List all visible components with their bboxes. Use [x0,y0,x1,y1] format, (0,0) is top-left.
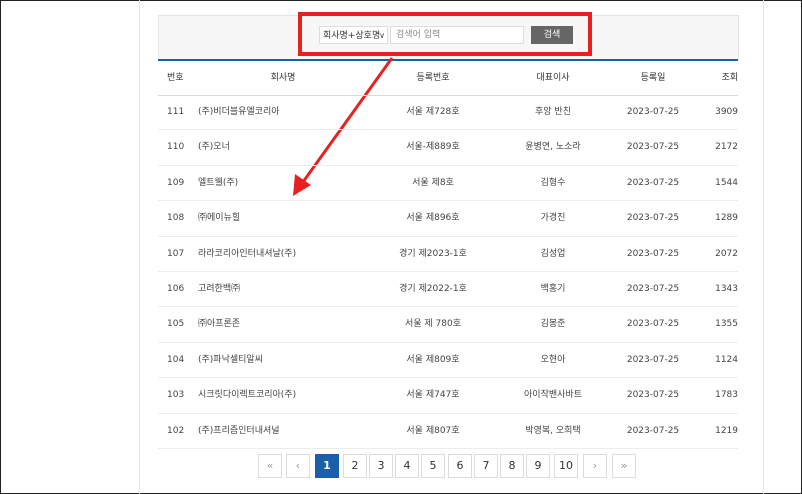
cell-registration: 서울 제807호 [406,425,460,436]
cell-ceo: 백홍기 [540,283,566,294]
cell-date: 2023-07-25 [626,107,680,117]
cell-company[interactable]: 라라코리아인터내셔날(주) [198,237,296,271]
table-row[interactable]: 109 엘트웰(주) 서울 제8호 김형수 2023-07-25 1544 [158,166,738,202]
cell-registration: 서울 제896호 [406,213,460,224]
page-button-6[interactable]: 6 [448,454,472,478]
cell-views: 1219 [715,425,738,436]
cell-company[interactable]: 시크릿다이렉트코리아(주) [198,378,296,412]
cell-views: 1355 [715,319,738,330]
cell-ceo: 아이작밴사바트 [524,390,582,401]
cell-date: 2023-07-25 [626,283,680,294]
cell-ceo: 김형수 [540,177,566,188]
page-button-2[interactable]: 2 [343,454,367,478]
cell-company[interactable]: (주)비더블유엘코리아 [198,95,280,129]
table-row[interactable]: 108 ㈜에이뉴힐 서울 제896호 가경진 2023-07-25 1289 [158,201,738,237]
cell-number: 111 [167,107,185,117]
cell-views: 1124 [715,354,738,365]
cell-registration: 경기 제2023-1호 [399,248,467,259]
page-button-8[interactable]: 8 [500,454,524,478]
page-button-4[interactable]: 4 [395,454,419,478]
first-page-button[interactable]: « [258,454,282,478]
cell-views: 1289 [715,213,738,224]
cell-ceo: 오현아 [540,354,566,365]
table-body: 111 (주)비더블유엘코리아 서울 제728호 후앙 반친 2023-07-25 390… [158,95,738,449]
cell-ceo: 가경진 [540,213,566,224]
cell-views: 2072 [715,248,738,259]
header-company: 회사명 [270,73,296,83]
header-date: 등록일 [640,73,666,83]
next-page-button[interactable]: › [583,454,607,478]
cell-views: 3909 [715,107,738,117]
cell-ceo: 윤병연, 노소라 [525,142,581,153]
table-row[interactable]: 102 (주)프리즘인터내셔널 서울 제807호 박영복, 오희택 2023-07-25… [158,414,738,449]
cell-date: 2023-07-25 [626,142,680,153]
cell-ceo: 박영복, 오희택 [525,425,581,436]
cell-date: 2023-07-25 [626,213,680,224]
cell-number: 105 [167,319,185,330]
header-number: 번호 [167,73,184,83]
table-row[interactable]: 107 라라코리아인터내셔날(주) 경기 제2023-1호 김성업 2023-07-25… [158,237,738,272]
table-row[interactable]: 106 고려한백㈜ 경기 제2022-1호 백홍기 2023-07-25 1343 [158,272,738,308]
cell-date: 2023-07-25 [626,248,680,259]
table-row[interactable]: 105 ㈜아프론존 서울 제 780호 김봉준 2023-07-25 1355 [158,307,738,343]
cell-company[interactable]: (주)프리즘인터내셔널 [198,414,280,448]
table-row[interactable]: 110 (주)오너 서울-제889호 윤병연, 노소라 2023-07-25 2172 [158,130,738,166]
cell-number: 108 [167,213,185,224]
cell-date: 2023-07-25 [626,390,680,401]
cell-number: 107 [167,248,185,259]
cell-number: 109 [167,177,185,188]
header-views: 조회 [721,73,738,83]
cell-number: 104 [167,354,185,365]
cell-company[interactable]: 고려한백㈜ [198,272,240,306]
cell-registration: 서울-제889호 [406,142,460,153]
cell-date: 2023-07-25 [626,354,680,365]
cell-date: 2023-07-25 [626,425,680,436]
cell-number: 102 [167,425,185,436]
last-page-button[interactable]: » [612,454,636,478]
page-button-1[interactable]: 1 [315,454,339,478]
cell-date: 2023-07-25 [626,319,680,330]
cell-registration: 서울 제747호 [406,390,460,401]
header-registration: 등록번호 [416,73,450,83]
annotation-highlight-box [298,12,592,56]
table-header: 번호 회사명 등록번호 대표이사 등록일 조회 [158,61,738,96]
cell-date: 2023-07-25 [626,177,680,188]
page-button-3[interactable]: 3 [369,454,393,478]
cell-views: 1544 [715,177,738,188]
table-row[interactable]: 104 (주)파낙셀티알씨 서울 제809호 오현아 2023-07-25 1124 [158,343,738,379]
cell-number: 106 [167,283,185,294]
cell-number: 103 [167,390,185,401]
table-row[interactable]: 103 시크릿다이렉트코리아(주) 서울 제747호 아이작밴사바트 2023-07-2… [158,378,738,414]
cell-number: 110 [167,142,185,153]
cell-registration: 서울 제8호 [412,177,454,188]
cell-company[interactable]: ㈜에이뉴힐 [198,201,240,235]
cell-company[interactable]: (주)오너 [198,130,230,164]
page-button-10[interactable]: 10 [554,454,578,478]
cell-registration: 서울 제728호 [406,107,460,117]
page-button-5[interactable]: 5 [421,454,445,478]
page-button-7[interactable]: 7 [474,454,498,478]
cell-ceo: 김봉준 [540,319,566,330]
cell-company[interactable]: 엘트웰(주) [198,166,238,200]
cell-company[interactable]: (주)파낙셀티알씨 [198,343,263,377]
cell-registration: 경기 제2022-1호 [399,283,467,294]
content-left-border [139,0,140,494]
header-ceo: 대표이사 [536,73,570,83]
cell-views: 1343 [715,283,738,294]
cell-registration: 서울 제 780호 [404,319,462,330]
cell-views: 1783 [715,390,738,401]
cell-company[interactable]: ㈜아프론존 [198,307,240,341]
content-right-border [763,0,764,494]
cell-registration: 서울 제809호 [406,354,460,365]
prev-page-button[interactable]: ‹ [286,454,310,478]
cell-views: 2172 [715,142,738,153]
cell-ceo: 김성업 [540,248,566,259]
table-row[interactable]: 111 (주)비더블유엘코리아 서울 제728호 후앙 반친 2023-07-25 390… [158,95,738,131]
cell-ceo: 후앙 반친 [535,107,571,117]
page-button-9[interactable]: 9 [526,454,550,478]
